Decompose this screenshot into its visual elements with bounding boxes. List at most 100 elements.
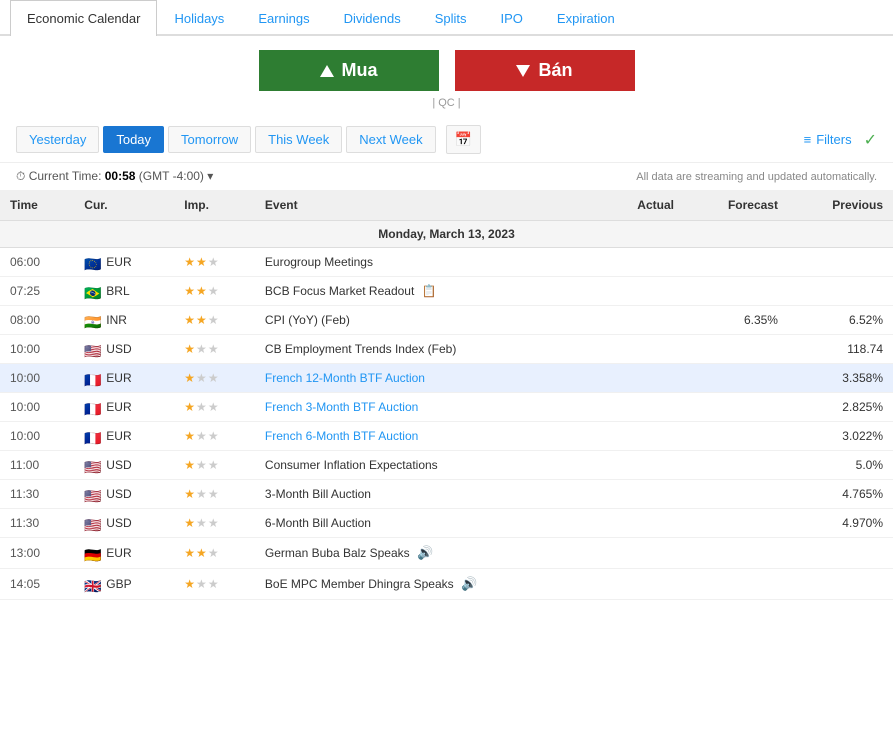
th-time: Time — [0, 190, 74, 221]
today-button[interactable]: Today — [103, 126, 164, 153]
date-nav: Yesterday Today Tomorrow This Week Next … — [0, 117, 893, 163]
currency-code: USD — [106, 342, 131, 356]
streaming-note: All data are streaming and updated autom… — [636, 171, 877, 183]
this-week-button[interactable]: This Week — [255, 126, 342, 153]
cell-currency: 🇪🇺EUR — [74, 248, 174, 277]
banner-row: Mua Bán — [0, 36, 893, 95]
star-empty-icon: ★ — [208, 546, 219, 560]
table-row: 10:00🇫🇷EUR★★★French 12-Month BTF Auction… — [0, 364, 893, 393]
cell-forecast — [684, 480, 788, 509]
cell-event[interactable]: French 6-Month BTF Auction — [255, 422, 600, 451]
star-filled-icon: ★ — [184, 577, 195, 591]
cell-previous: 4.765% — [788, 480, 893, 509]
cell-previous — [788, 277, 893, 306]
event-text: CB Employment Trends Index (Feb) — [265, 342, 456, 356]
currency-code: INR — [106, 313, 127, 327]
th-previous: Previous — [788, 190, 893, 221]
table-row: 11:30🇺🇸USD★★★3-Month Bill Auction4.765% — [0, 480, 893, 509]
event-text: German Buba Balz Speaks — [265, 546, 410, 560]
flag-icon: 🇺🇸 — [84, 459, 102, 471]
star-filled-icon: ★ — [196, 255, 207, 269]
star-filled-icon: ★ — [184, 516, 195, 530]
notepad-icon: 📋 — [422, 284, 437, 298]
tab-earnings[interactable]: Earnings — [241, 0, 326, 36]
cell-actual — [600, 248, 684, 277]
gmt-label: (GMT -4:00) — [139, 169, 204, 183]
cell-importance: ★★★ — [174, 335, 255, 364]
cell-actual — [600, 569, 684, 600]
cell-currency: 🇬🇧GBP — [74, 569, 174, 600]
cell-event: 6-Month Bill Auction — [255, 509, 600, 538]
star-filled-icon: ★ — [184, 429, 195, 443]
cell-time: 11:00 — [0, 451, 74, 480]
mua-button[interactable]: Mua — [259, 50, 439, 91]
cell-forecast: 6.35% — [684, 306, 788, 335]
flag-icon: 🇧🇷 — [84, 285, 102, 297]
cell-currency: 🇺🇸USD — [74, 335, 174, 364]
event-link[interactable]: French 6-Month BTF Auction — [265, 429, 418, 443]
cell-event: BoE MPC Member Dhingra Speaks 🔊 — [255, 569, 600, 600]
star-filled-icon: ★ — [196, 546, 207, 560]
event-text: 6-Month Bill Auction — [265, 516, 371, 530]
event-link[interactable]: French 12-Month BTF Auction — [265, 371, 425, 385]
cell-importance: ★★★ — [174, 480, 255, 509]
cell-forecast — [684, 422, 788, 451]
cell-actual — [600, 451, 684, 480]
cell-time: 10:00 — [0, 364, 74, 393]
cell-currency: 🇺🇸USD — [74, 480, 174, 509]
cell-importance: ★★★ — [174, 422, 255, 451]
tomorrow-button[interactable]: Tomorrow — [168, 126, 251, 153]
yesterday-button[interactable]: Yesterday — [16, 126, 99, 153]
cell-event: CB Employment Trends Index (Feb) — [255, 335, 600, 364]
next-week-button[interactable]: Next Week — [346, 126, 435, 153]
tab-expiration[interactable]: Expiration — [540, 0, 632, 36]
currency-code: EUR — [106, 429, 131, 443]
calendar-icon[interactable]: 📅 — [446, 125, 481, 154]
cell-currency: 🇫🇷 EUR — [74, 422, 174, 451]
flag-icon: 🇫🇷 — [84, 430, 102, 442]
qc-label: | QC | — [0, 95, 893, 117]
tab-splits[interactable]: Splits — [418, 0, 484, 36]
event-text: Consumer Inflation Expectations — [265, 458, 438, 472]
date-separator: Monday, March 13, 2023 — [0, 221, 893, 248]
table-row: 08:00🇮🇳INR★★★CPI (YoY) (Feb)6.35%6.52% — [0, 306, 893, 335]
tab-holidays[interactable]: Holidays — [157, 0, 241, 36]
cell-actual — [600, 480, 684, 509]
event-link[interactable]: French 3-Month BTF Auction — [265, 400, 418, 414]
star-empty-icon: ★ — [196, 400, 207, 414]
cell-currency: 🇫🇷EUR — [74, 364, 174, 393]
cell-event[interactable]: French 12-Month BTF Auction — [255, 364, 600, 393]
cell-event[interactable]: French 3-Month BTF Auction — [255, 393, 600, 422]
star-empty-icon: ★ — [196, 429, 207, 443]
tab-economic-calendar[interactable]: Economic Calendar — [10, 0, 157, 36]
mua-label: Mua — [342, 60, 378, 81]
clock-icon: ⏱ — [16, 169, 25, 183]
filter-icon: ≡ — [804, 132, 812, 147]
star-filled-icon: ★ — [184, 255, 195, 269]
tab-dividends[interactable]: Dividends — [327, 0, 418, 36]
star-filled-icon: ★ — [184, 342, 195, 356]
star-empty-icon: ★ — [196, 342, 207, 356]
tab-ipo[interactable]: IPO — [484, 0, 540, 36]
cell-event: 3-Month Bill Auction — [255, 480, 600, 509]
cell-forecast — [684, 569, 788, 600]
ban-button[interactable]: Bán — [455, 50, 635, 91]
cell-importance: ★★★ — [174, 306, 255, 335]
cell-forecast — [684, 538, 788, 569]
arrow-down-icon — [516, 65, 530, 77]
cell-previous: 3.358% — [788, 364, 893, 393]
cell-previous — [788, 569, 893, 600]
cell-previous: 3.022% — [788, 422, 893, 451]
dropdown-icon[interactable]: ▾ — [207, 169, 213, 183]
cell-currency: 🇮🇳 INR — [74, 306, 174, 335]
arrow-up-icon — [320, 65, 334, 77]
flag-icon: 🇮🇳 — [84, 314, 102, 326]
current-time-row: ⏱ Current Time: 00:58 (GMT -4:00) ▾ All … — [0, 163, 893, 190]
cell-previous — [788, 248, 893, 277]
cell-currency: 🇩🇪EUR — [74, 538, 174, 569]
filters-label: Filters — [816, 132, 851, 147]
cell-actual — [600, 364, 684, 393]
cell-event: Consumer Inflation Expectations — [255, 451, 600, 480]
star-empty-icon: ★ — [208, 255, 219, 269]
filters-button[interactable]: ≡ Filters — [796, 127, 860, 152]
